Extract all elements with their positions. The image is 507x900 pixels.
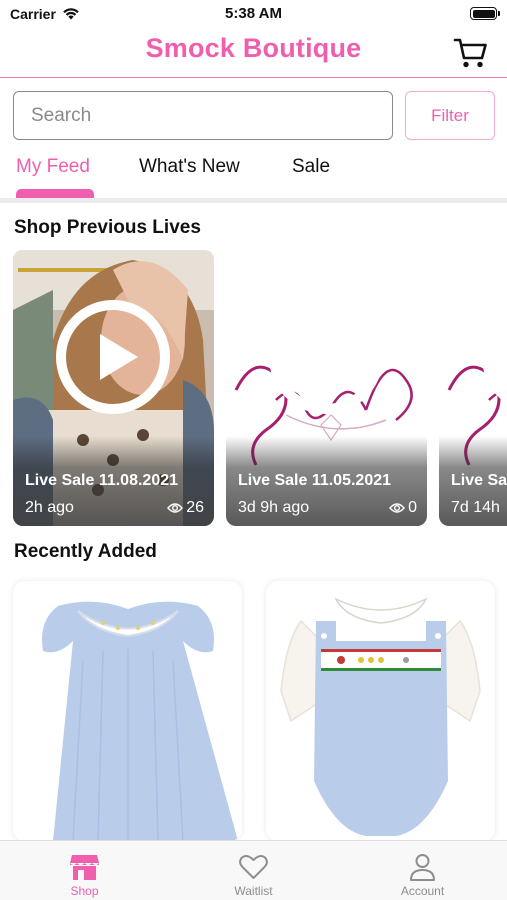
tab-sale[interactable]: Sale xyxy=(292,156,330,178)
play-icon[interactable] xyxy=(479,297,507,417)
tab-bar-label: Account xyxy=(400,884,445,898)
product-card[interactable] xyxy=(266,581,495,841)
live-title: Live Sale xyxy=(451,472,507,489)
live-title: Live Sale 11.05.2021 xyxy=(238,472,392,489)
tab-my-feed[interactable]: My Feed xyxy=(16,156,90,178)
filter-button[interactable]: Filter xyxy=(405,91,495,140)
heart-icon xyxy=(239,854,268,879)
previous-lives-heading: Shop Previous Lives xyxy=(14,217,201,238)
tab-bar-label: Waitlist xyxy=(234,884,273,898)
tab-bar-account[interactable]: Account xyxy=(338,841,507,900)
product-card[interactable] xyxy=(13,581,242,841)
live-card[interactable]: Live Sale 11.05.2021 3d 9h ago 0 xyxy=(226,250,427,526)
app-title: Smock Boutique xyxy=(145,33,362,63)
storefront-icon xyxy=(70,855,99,880)
battery-icon xyxy=(470,7,500,20)
live-card[interactable]: Live Sale 7d 14h xyxy=(439,250,507,526)
live-views-value: 0 xyxy=(408,499,417,516)
live-time-ago: 3d 9h ago xyxy=(238,499,310,516)
recently-added-heading: Recently Added xyxy=(14,541,157,562)
eye-icon xyxy=(167,503,184,513)
tab-whats-new[interactable]: What's New xyxy=(139,156,240,178)
play-icon[interactable] xyxy=(266,297,386,417)
previous-lives-carousel[interactable]: Live Sale 11.08.2021 2h ago 26 Live Sale… xyxy=(0,250,507,526)
live-views-value: 26 xyxy=(186,499,204,516)
tab-bar-waitlist[interactable]: Waitlist xyxy=(169,841,338,900)
product-image-dress xyxy=(13,581,242,841)
live-time-ago: 2h ago xyxy=(25,499,74,516)
bottom-tab-bar: Shop Waitlist Account xyxy=(0,840,507,900)
tabs-divider xyxy=(0,198,507,203)
eye-icon xyxy=(389,503,406,513)
shopping-cart-icon[interactable] xyxy=(453,36,489,70)
clock: 5:38 AM xyxy=(225,5,282,22)
nav-bar: Smock Boutique xyxy=(0,28,507,78)
feed-tabs: My Feed What's New Sale xyxy=(0,150,507,200)
search-input[interactable] xyxy=(13,91,393,140)
live-time-ago: 7d 14h xyxy=(451,499,500,516)
live-title: Live Sale 11.08.2021 xyxy=(25,472,179,489)
live-view-count: 26 xyxy=(167,499,204,517)
product-image-shortall xyxy=(266,581,495,841)
live-card[interactable]: Live Sale 11.08.2021 2h ago 26 xyxy=(13,250,214,526)
person-icon xyxy=(410,854,435,881)
play-icon[interactable] xyxy=(53,297,173,417)
live-view-count: 0 xyxy=(389,499,417,517)
status-bar: Carrier 5:38 AM xyxy=(0,0,507,28)
tab-bar-label: Shop xyxy=(70,884,99,898)
tab-bar-shop[interactable]: Shop xyxy=(0,841,169,900)
active-tab-indicator xyxy=(16,189,94,198)
